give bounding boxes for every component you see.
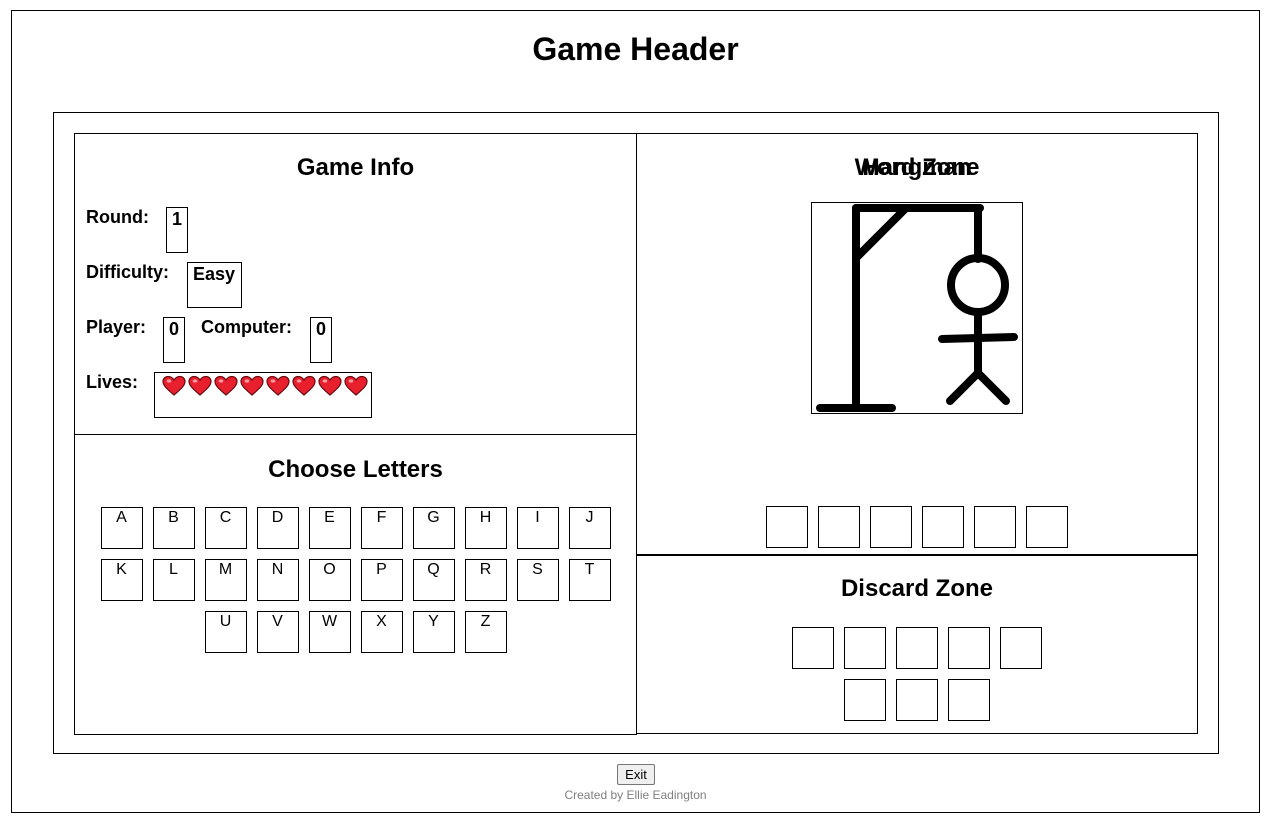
computer-label: Computer: bbox=[201, 317, 292, 337]
choose-letters-panel: Choose Letters ABCDEFGHIJ KLMNOPQRST UVWXY… bbox=[74, 434, 637, 735]
letter-tile-q[interactable]: Q bbox=[412, 559, 455, 601]
letter-tile-r[interactable]: R bbox=[464, 559, 507, 601]
heart-icon bbox=[318, 375, 342, 396]
discard-zone-panel: Discard Zone bbox=[636, 554, 1198, 734]
discard-slot bbox=[896, 679, 938, 721]
letter-row: KLMNOPQRST bbox=[75, 559, 636, 601]
discard-slot bbox=[948, 679, 990, 721]
letter-tile-a[interactable]: A bbox=[100, 507, 143, 549]
letter-tile-w[interactable]: W bbox=[308, 611, 351, 653]
player-score: 0 bbox=[163, 317, 185, 363]
game-info-title: Game Info bbox=[296, 154, 415, 181]
credit-text: Created by Ellie Eadington bbox=[564, 788, 707, 802]
heart-icon bbox=[214, 375, 238, 396]
letter-tile-c[interactable]: C bbox=[204, 507, 247, 549]
lives-label: Lives: bbox=[86, 372, 139, 392]
letter-tile-p[interactable]: P bbox=[360, 559, 403, 601]
discard-slot bbox=[948, 627, 990, 669]
hangman-drawing bbox=[816, 204, 1018, 412]
letter-tile-t[interactable]: T bbox=[568, 559, 611, 601]
figure-head bbox=[947, 254, 1009, 316]
discard-slot bbox=[1000, 627, 1042, 669]
letter-tile-e[interactable]: E bbox=[308, 507, 351, 549]
choose-letters-title: Choose Letters bbox=[268, 456, 443, 483]
letter-tile-u[interactable]: U bbox=[204, 611, 247, 653]
game-board: Game Info Round: 1 Difficulty: Easy Play… bbox=[53, 112, 1219, 754]
figure-left-leg bbox=[946, 369, 982, 405]
letter-tile-n[interactable]: N bbox=[256, 559, 299, 601]
exit-button[interactable]: Exit bbox=[617, 764, 655, 785]
letter-tile-b[interactable]: B bbox=[152, 507, 195, 549]
letter-tile-i[interactable]: I bbox=[516, 507, 559, 549]
round-label: Round: bbox=[86, 207, 149, 227]
discard-slot bbox=[844, 627, 886, 669]
letter-tile-l[interactable]: L bbox=[152, 559, 195, 601]
heart-icon bbox=[266, 375, 290, 396]
letter-tile-m[interactable]: M bbox=[204, 559, 247, 601]
discard-slot bbox=[792, 627, 834, 669]
letter-tile-v[interactable]: V bbox=[256, 611, 299, 653]
player-label: Player: bbox=[86, 317, 147, 337]
letter-row: ABCDEFGHIJ bbox=[75, 507, 636, 549]
lives-hearts bbox=[154, 372, 372, 418]
word-slot bbox=[1026, 506, 1068, 548]
letter-row: UVWXYZ bbox=[75, 611, 636, 653]
computer-score: 0 bbox=[310, 317, 332, 363]
letter-tile-j[interactable]: J bbox=[568, 507, 611, 549]
word-slot bbox=[766, 506, 808, 548]
page-frame: Game Header Game Info Round: 1 Difficult… bbox=[11, 10, 1260, 813]
game-header: Game Header bbox=[532, 31, 739, 67]
heart-icon bbox=[344, 375, 368, 396]
discard-slot bbox=[844, 679, 886, 721]
word-slot bbox=[870, 506, 912, 548]
letter-tile-x[interactable]: X bbox=[360, 611, 403, 653]
figure-arms bbox=[938, 333, 1018, 343]
letter-tile-z[interactable]: Z bbox=[464, 611, 507, 653]
word-zone-slots bbox=[637, 506, 1197, 548]
hangman-panel: Hangman Word Zone bbox=[636, 133, 1198, 556]
word-slot bbox=[818, 506, 860, 548]
letter-tile-k[interactable]: K bbox=[100, 559, 143, 601]
letter-tile-y[interactable]: Y bbox=[412, 611, 455, 653]
gallows-brace bbox=[852, 204, 910, 262]
letter-tile-d[interactable]: D bbox=[256, 507, 299, 549]
discard-slot bbox=[896, 627, 938, 669]
letter-grid: ABCDEFGHIJ KLMNOPQRST UVWXYZ bbox=[75, 507, 636, 663]
letter-tile-f[interactable]: F bbox=[360, 507, 403, 549]
discard-zone-title: Discard Zone bbox=[840, 575, 994, 602]
heart-icon bbox=[292, 375, 316, 396]
difficulty-value: Easy bbox=[187, 262, 242, 308]
letter-tile-h[interactable]: H bbox=[464, 507, 507, 549]
game-info-panel: Game Info Round: 1 Difficulty: Easy Play… bbox=[74, 133, 637, 435]
discard-row bbox=[637, 627, 1197, 669]
hangman-figure-icon bbox=[811, 202, 1023, 414]
heart-icon bbox=[188, 375, 212, 396]
difficulty-label: Difficulty: bbox=[86, 262, 169, 282]
letter-tile-o[interactable]: O bbox=[308, 559, 351, 601]
word-zone-title: Word Zone bbox=[854, 154, 980, 181]
discard-row bbox=[637, 679, 1197, 721]
word-slot bbox=[922, 506, 964, 548]
letter-tile-g[interactable]: G bbox=[412, 507, 455, 549]
heart-icon bbox=[240, 375, 264, 396]
letter-tile-s[interactable]: S bbox=[516, 559, 559, 601]
heart-icon bbox=[162, 375, 186, 396]
round-value: 1 bbox=[166, 207, 188, 253]
figure-right-leg bbox=[974, 369, 1010, 405]
discard-grid bbox=[637, 627, 1197, 731]
word-slot bbox=[974, 506, 1016, 548]
